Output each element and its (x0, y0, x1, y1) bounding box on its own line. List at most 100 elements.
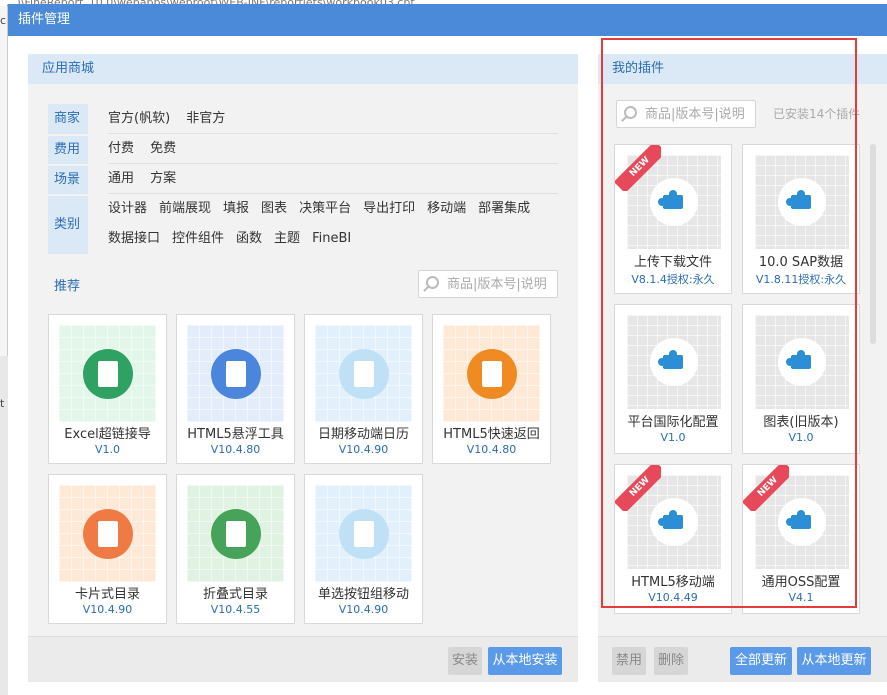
filter-option-data-interface[interactable]: 数据接口 (108, 224, 160, 254)
install-button[interactable]: 安装 (448, 647, 482, 675)
installed-plugin-card[interactable]: 图表(旧版本) V1.0 (742, 304, 860, 454)
installed-plugin-card[interactable]: 通用OSS配置 V4.1 NEW (742, 464, 860, 614)
store-plugin-card[interactable]: 折叠式目录 V10.4.55 (176, 474, 295, 624)
disable-button[interactable]: 禁用 (612, 647, 646, 675)
filter-option-theme[interactable]: 主题 (274, 224, 300, 254)
installed-plugin-card[interactable]: 上传下载文件 V8.1.4授权:永久 NEW (614, 144, 732, 294)
plugin-name: HTML5快速返回 (443, 427, 540, 442)
filter-option-official[interactable]: 官方(帆软) (108, 104, 170, 134)
my-plugins-footer: 禁用 删除 全部更新 从本地更新 (598, 636, 887, 682)
plugin-thumbnail (187, 325, 284, 422)
plugin-version: V10.4.49 (648, 591, 698, 604)
local-install-button[interactable]: 从本地安装 (488, 647, 562, 675)
filter-option-frontend[interactable]: 前端展现 (159, 194, 211, 224)
filter-option-fill[interactable]: 填报 (223, 194, 249, 224)
filter-option-widgets[interactable]: 控件组件 (172, 224, 224, 254)
plugin-thumbnail (59, 325, 156, 422)
my-plugins-search[interactable] (616, 100, 756, 128)
my-plugins-search-input[interactable] (645, 104, 753, 124)
puzzle-icon (786, 510, 811, 529)
plugins-scrollbar[interactable] (870, 144, 876, 344)
installed-plugins-list[interactable]: 上传下载文件 V8.1.4授权:永久 NEW 10.0 SAP数据 V1.8.11授权:… (606, 144, 866, 628)
dialog-title-bar[interactable]: 插件管理 (8, 4, 887, 36)
plugin-thumbnail (315, 325, 412, 422)
filter-option-paid[interactable]: 付费 (108, 134, 134, 164)
puzzle-icon (658, 510, 683, 529)
plugin-version: V10.4.80 (466, 443, 517, 456)
plugin-thumbnail (59, 485, 156, 582)
plugin-glyph-icon (226, 521, 246, 547)
filter-option-unofficial[interactable]: 非官方 (186, 104, 225, 134)
store-plugin-card[interactable]: HTML5快速返回 V10.4.80 (432, 314, 551, 464)
filter-option-designer[interactable]: 设计器 (108, 194, 147, 224)
plugin-name: 图表(旧版本) (763, 415, 839, 430)
puzzle-icon (786, 190, 811, 209)
update-all-button[interactable]: 全部更新 (730, 647, 792, 675)
store-search-input[interactable] (447, 274, 555, 294)
filter-option-deploy[interactable]: 部署集成 (478, 194, 530, 224)
filter-options-category: 设计器 前端展现 填报 图表 决策平台 导出打印 移动端 部署集成 数据接口 控件组件 函数 主题 F… (108, 194, 558, 254)
filter-option-solution[interactable]: 方案 (150, 164, 176, 194)
my-plugins-header: 我的插件 (598, 54, 887, 84)
plugin-thumbnail (627, 315, 721, 409)
plugin-name: 日期移动端日历 (317, 427, 409, 442)
filter-option-chart[interactable]: 图表 (261, 194, 287, 224)
filter-option-general[interactable]: 通用 (108, 164, 134, 194)
delete-button[interactable]: 删除 (654, 647, 688, 675)
plugin-icon-background (650, 338, 698, 386)
store-search[interactable] (418, 270, 558, 298)
plugin-thumbnail (755, 315, 849, 409)
installed-plugin-card[interactable]: 平台国际化配置 V1.0 (614, 304, 732, 454)
plugin-thumbnail (315, 485, 412, 582)
store-plugin-card[interactable]: 单选按钮组移动 V10.4.90 (304, 474, 423, 624)
plugin-name: 折叠式目录 (202, 587, 268, 602)
store-plugin-card[interactable]: 卡片式目录 V10.4.90 (48, 474, 167, 624)
filter-options-vendor: 官方(帆软) 非官方 (108, 104, 558, 134)
new-badge: NEW (615, 465, 661, 511)
new-ribbon: NEW (743, 465, 789, 511)
plugin-manager-dialog: 插件管理 应用商城 商家 官方(帆软) 非官方 费用 付费 免费 场景 通用 方… (8, 4, 887, 695)
filter-option-free[interactable]: 免费 (150, 134, 176, 164)
plugin-icon (211, 509, 261, 559)
plugin-thumbnail (187, 485, 284, 582)
store-plugin-card[interactable]: 日期移动端日历 V10.4.90 (304, 314, 423, 464)
plugin-glyph-icon (354, 361, 374, 387)
filter-option-finebi[interactable]: FineBI (312, 224, 351, 254)
plugin-icon (467, 349, 517, 399)
store-plugin-card[interactable]: HTML5悬浮工具 V10.4.80 (176, 314, 295, 464)
recommend-label: 推荐 (54, 279, 81, 294)
plugin-glyph-icon (354, 521, 374, 547)
plugin-icon (339, 349, 389, 399)
puzzle-icon (658, 350, 683, 369)
local-update-button[interactable]: 从本地更新 (797, 647, 871, 675)
plugin-icon (339, 509, 389, 559)
filter-option-function[interactable]: 函数 (236, 224, 262, 254)
background-text-fragment-lower: t (0, 397, 5, 410)
installed-plugin-card[interactable]: HTML5移动端 V10.4.49 NEW (614, 464, 732, 614)
filter-label-scene: 场景 (48, 166, 88, 194)
plugin-name: 单选按钮组移动 (317, 587, 409, 602)
plugin-name: HTML5移动端 (631, 575, 715, 590)
search-icon (624, 106, 637, 119)
app-store-header: 应用商城 (28, 54, 578, 84)
plugin-glyph-icon (482, 361, 502, 387)
plugin-icon-background (778, 178, 826, 226)
filter-label-category: 类别 (48, 196, 88, 254)
background-text-fragment: c (0, 14, 7, 27)
my-plugins-panel: 我的插件 已安装14个插件 上传下载文件 V8.1.4授权:永久 NEW 10.0 S… (598, 54, 887, 682)
dialog-title: 插件管理 (18, 12, 71, 27)
plugin-thumbnail (443, 325, 540, 422)
store-plugin-card[interactable]: Excel超链接导 V1.0 (48, 314, 167, 464)
plugin-version: V8.1.4授权:永久 (631, 273, 715, 286)
filter-option-decision-platform[interactable]: 决策平台 (299, 194, 351, 224)
plugin-version: V10.4.90 (82, 603, 133, 616)
plugin-icon (83, 509, 133, 559)
store-footer: 安装 从本地安装 (28, 636, 578, 682)
filter-option-export-print[interactable]: 导出打印 (363, 194, 415, 224)
filter-options-fee: 付费 免费 (108, 134, 558, 164)
plugin-name: 通用OSS配置 (761, 575, 841, 590)
app-store-panel: 应用商城 商家 官方(帆软) 非官方 费用 付费 免费 场景 通用 方案 类别 … (28, 54, 578, 682)
filter-option-mobile[interactable]: 移动端 (427, 194, 466, 224)
installed-plugin-card[interactable]: 10.0 SAP数据 V1.8.11授权:永久 (742, 144, 860, 294)
plugin-icon-background (778, 338, 826, 386)
